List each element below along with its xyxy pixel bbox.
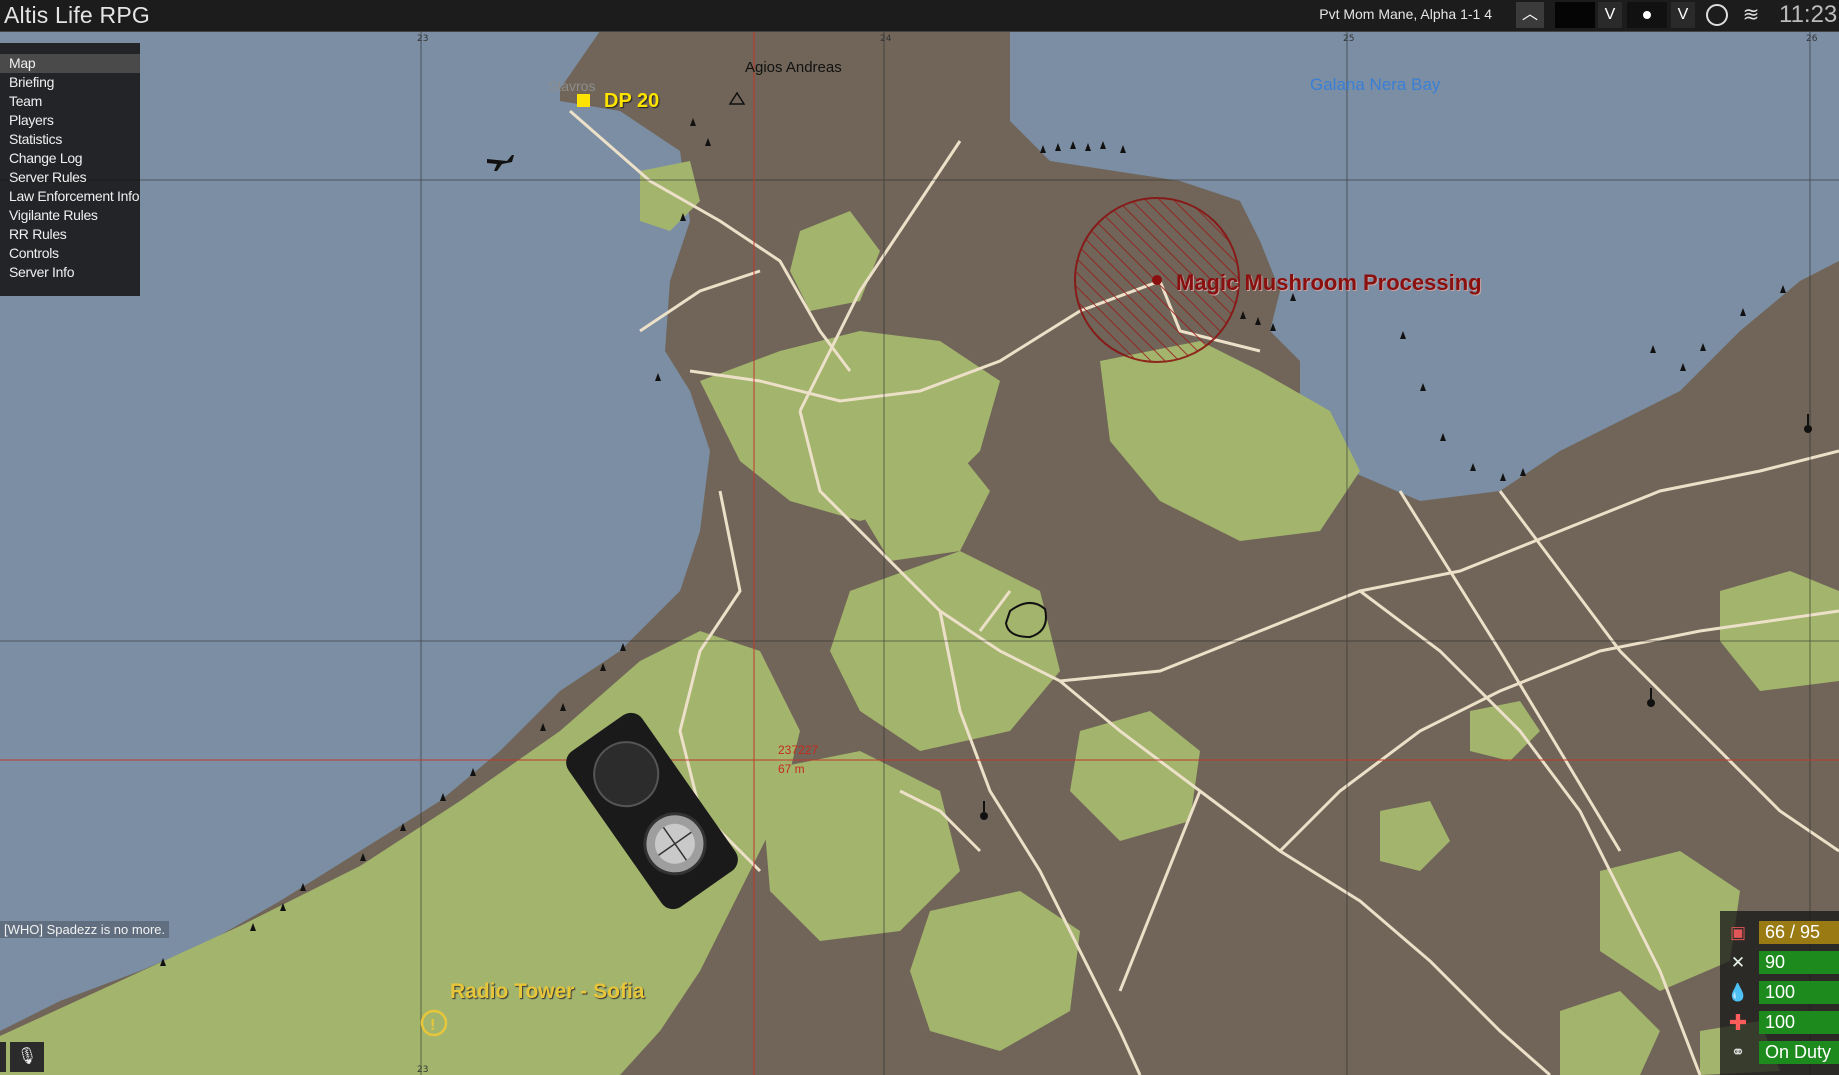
toggle-v-button[interactable]: V — [1671, 2, 1695, 28]
health-cross-icon: ✚ — [1728, 1010, 1748, 1035]
menu-item-statistics[interactable]: Statistics — [0, 130, 140, 149]
food-icon: ✕ — [1730, 953, 1746, 972]
location-label-galana-nera-bay: Galana Nera Bay — [1310, 75, 1441, 94]
grid-label: 25 — [1343, 34, 1354, 44]
marker-label-radio-tower[interactable]: Radio Tower - Sofia — [450, 980, 644, 1004]
duty-status: On Duty — [1759, 1041, 1839, 1064]
toggle-v-button[interactable]: V — [1598, 2, 1622, 28]
hud-row-food: ✕ 90 — [1720, 949, 1839, 976]
menu-item-rr-rules[interactable]: RR Rules — [0, 225, 140, 244]
menu-item-team[interactable]: Team — [0, 92, 140, 111]
food-value: 90 — [1759, 951, 1839, 974]
dot-icon — [1643, 11, 1651, 19]
water-drop-icon: 💧 — [1727, 983, 1749, 1002]
briefcase-icon: ▣ — [1729, 923, 1747, 942]
color-swatch-black[interactable] — [1555, 2, 1595, 28]
briefing-menu: Map Briefing Team Players Statistics Cha… — [0, 43, 140, 296]
menu-item-change-log[interactable]: Change Log — [0, 149, 140, 168]
water-value: 100 — [1759, 981, 1839, 1004]
top-bar: Altis Life RPG Pvt Mom Mane, Alpha 1-1 4… — [0, 0, 1839, 32]
menu-item-briefing[interactable]: Briefing — [0, 73, 140, 92]
dp20-marker-icon[interactable] — [577, 94, 590, 107]
health-value: 100 — [1759, 1011, 1839, 1034]
menu-item-server-info[interactable]: Server Info — [0, 263, 140, 282]
marker-label-dp20[interactable]: DP 20 — [604, 90, 659, 113]
menu-item-controls[interactable]: Controls — [0, 244, 140, 263]
channel-button[interactable] — [0, 1042, 6, 1072]
map-view[interactable]: 23 24 25 26 23 ! — [0, 31, 1839, 1075]
gps-icon[interactable] — [1704, 2, 1730, 28]
grid-label: 23 — [417, 34, 428, 44]
grid-label: 24 — [880, 34, 892, 44]
hud-row-status: ⚭ On Duty — [1720, 1039, 1839, 1066]
microphone-icon[interactable]: 🎙 — [10, 1042, 44, 1072]
marker-dot-swatch[interactable] — [1627, 2, 1667, 28]
grid-label: 26 — [1806, 34, 1818, 44]
chat-message: [WHO] Spadezz is no more. — [0, 921, 170, 938]
player-status-hud: ▣ 66 / 95 ✕ 90 💧 100 ✚ 100 ⚭ On Duty — [1720, 911, 1839, 1075]
cash-value: 66 / 95 — [1759, 921, 1839, 944]
processing-marker-dot[interactable] — [1152, 275, 1162, 285]
menu-item-players[interactable]: Players — [0, 111, 140, 130]
handcuffs-icon: ⚭ — [1730, 1043, 1746, 1062]
location-label-stavros: Stavros — [548, 78, 596, 94]
clock: 11:23 — [1779, 1, 1838, 28]
svg-text:!: ! — [430, 1017, 435, 1034]
hud-row-water: 💧 100 — [1720, 979, 1839, 1006]
menu-item-law-enforcement-info[interactable]: Law Enforcement Info — [0, 187, 140, 206]
grid-label: 23 — [417, 1065, 428, 1075]
layers-icon[interactable]: ≋ — [1738, 2, 1764, 28]
unit-label: Pvt Mom Mane, Alpha 1-1 4 — [1319, 6, 1492, 22]
marker-label-mushroom-processing[interactable]: Magic Mushroom Processing — [1176, 270, 1482, 296]
window-title: Altis Life RPG — [4, 2, 150, 28]
chevron-up-icon[interactable]: ︿ — [1516, 2, 1544, 28]
hud-row-cash: ▣ 66 / 95 — [1720, 919, 1839, 946]
hud-row-health: ✚ 100 — [1720, 1009, 1839, 1036]
cursor-grid-readout: 237227 — [778, 743, 819, 757]
cursor-distance-readout: 67 m — [778, 762, 805, 776]
menu-item-map[interactable]: Map — [0, 54, 140, 73]
menu-item-vigilante-rules[interactable]: Vigilante Rules — [0, 206, 140, 225]
location-label-agios-andreas: Agios Andreas — [745, 59, 842, 76]
menu-item-server-rules[interactable]: Server Rules — [0, 168, 140, 187]
